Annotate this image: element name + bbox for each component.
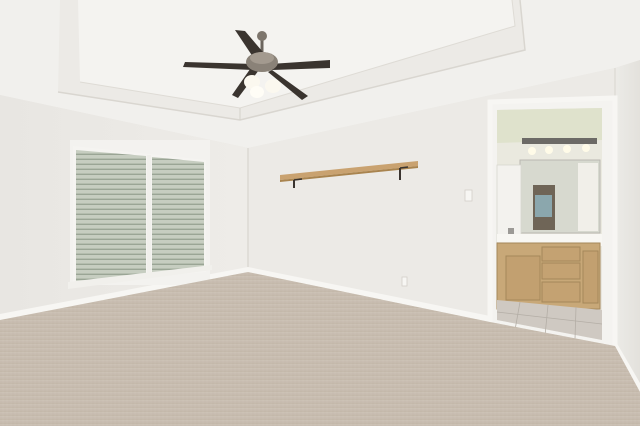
- room-illustration: [0, 0, 640, 426]
- room-photo: [0, 0, 640, 426]
- light-switch-icon: [464, 189, 473, 202]
- outlet-icon: [401, 276, 408, 287]
- window: [68, 140, 212, 289]
- right-wall: [615, 60, 640, 390]
- bathroom-doorway: [487, 95, 618, 346]
